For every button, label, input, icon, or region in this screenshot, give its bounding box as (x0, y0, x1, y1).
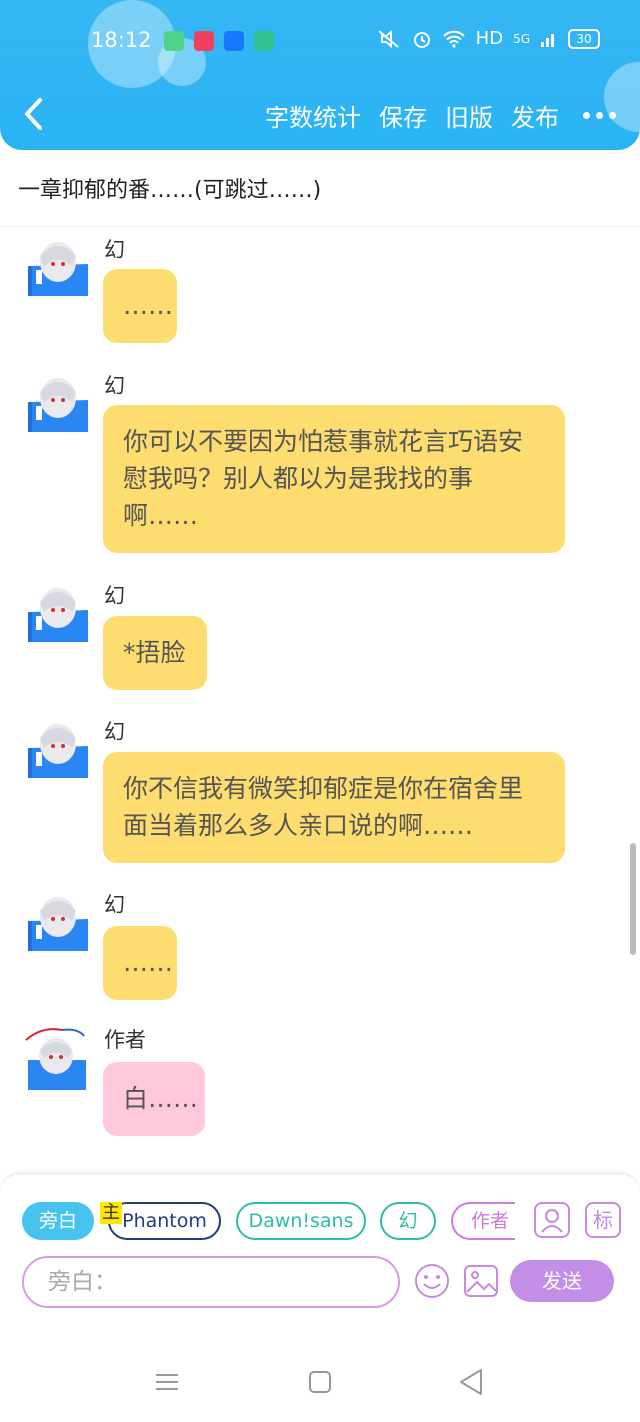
signal-icon (541, 33, 554, 47)
alarm-icon (413, 31, 430, 48)
composer-panel: 旁白 Phantom 主 Dawn!sans 幻 作者 标 旁白： 发送 (0, 1173, 640, 1308)
message-bubble[interactable]: 你可以不要因为怕惹事就花言巧语安慰我吗？别人都以为是我找的事啊…… (103, 405, 565, 553)
system-nav-bar (0, 1308, 640, 1422)
status-icons: HD 5G 30 (376, 28, 600, 49)
avatar-image (28, 588, 88, 642)
avatar-image (28, 897, 88, 951)
smiley-icon (415, 1264, 449, 1298)
image-button[interactable] (462, 1262, 500, 1300)
role-chip-huan[interactable]: 幻 (380, 1202, 436, 1240)
role-chip-phantom[interactable]: Phantom (108, 1202, 221, 1240)
message-bubble[interactable]: …… (103, 926, 177, 1000)
avatar[interactable] (28, 582, 88, 642)
mute-icon (378, 29, 399, 48)
avatar[interactable] (28, 372, 88, 432)
avatar-image (28, 724, 88, 778)
message-input[interactable]: 旁白： (22, 1256, 400, 1308)
role-chip-dawn[interactable]: Dawn!sans (236, 1202, 366, 1240)
battery-indicator: 30 (568, 28, 600, 49)
more-options-button[interactable] (583, 112, 616, 119)
alipay-icon (224, 31, 244, 51)
menu-icon[interactable] (155, 1370, 179, 1394)
send-button[interactable]: 发送 (510, 1260, 614, 1302)
avatar[interactable] (28, 718, 88, 778)
sender-name: 幻 (104, 720, 125, 744)
message-bubble[interactable]: 你不信我有微笑抑郁症是你在宿舍里面当着那么多人亲口说的啊…… (103, 752, 565, 863)
message-bubble[interactable]: 白…… (103, 1062, 205, 1136)
divider (0, 226, 640, 227)
publish-button[interactable]: 发布 (511, 98, 559, 133)
image-icon (464, 1265, 498, 1297)
status-time: 18:12 (91, 28, 152, 52)
back-nav-icon[interactable] (458, 1368, 484, 1396)
avatar[interactable] (28, 891, 88, 951)
app-header: 18:12 HD 5G 30 字数统计 保存 旧版 发布 (0, 0, 640, 150)
back-button[interactable] (20, 96, 50, 132)
avatar-image (28, 242, 88, 296)
author-avatar[interactable] (22, 1026, 86, 1090)
notification-app-icon (164, 31, 184, 51)
message-bubble[interactable]: *捂脸 (103, 616, 207, 690)
header-actions: 字数统计 保存 旧版 发布 (265, 98, 616, 133)
tag-button[interactable]: 标 (585, 1202, 621, 1238)
avatar[interactable] (28, 236, 88, 296)
sender-name: 作者 (104, 1028, 146, 1052)
person-icon (541, 1209, 563, 1233)
role-chip-author[interactable]: 作者 (451, 1202, 515, 1240)
avatar-image (28, 378, 88, 432)
message-bubble[interactable]: …… (103, 269, 177, 343)
old-version-button[interactable]: 旧版 (445, 98, 493, 133)
notification-app-icon (194, 31, 214, 51)
save-button[interactable]: 保存 (379, 98, 427, 133)
scrollbar[interactable] (630, 843, 636, 955)
emoji-button[interactable] (413, 1262, 451, 1300)
main-role-badge: 主 (100, 1202, 122, 1224)
sender-name: 幻 (104, 893, 125, 917)
status-bar: 18:12 HD 5G 30 (0, 22, 640, 62)
home-icon[interactable] (308, 1370, 332, 1394)
chevron-left-icon (25, 98, 42, 130)
signal-5g-label: 5G (513, 31, 530, 46)
wifi-icon (442, 30, 465, 48)
sender-name: 幻 (104, 374, 125, 398)
notification-app-icon (254, 31, 274, 51)
sender-name: 幻 (104, 584, 125, 608)
role-manager-button[interactable] (534, 1202, 570, 1238)
sender-name: 幻 (104, 238, 125, 262)
avatar-image (25, 1028, 86, 1090)
role-chip-narration[interactable]: 旁白 (22, 1202, 94, 1240)
word-count-button[interactable]: 字数统计 (265, 98, 361, 133)
chapter-title[interactable]: 一章抑郁的番……(可跳过……) (18, 172, 321, 204)
network-hd-label: HD (475, 28, 504, 49)
